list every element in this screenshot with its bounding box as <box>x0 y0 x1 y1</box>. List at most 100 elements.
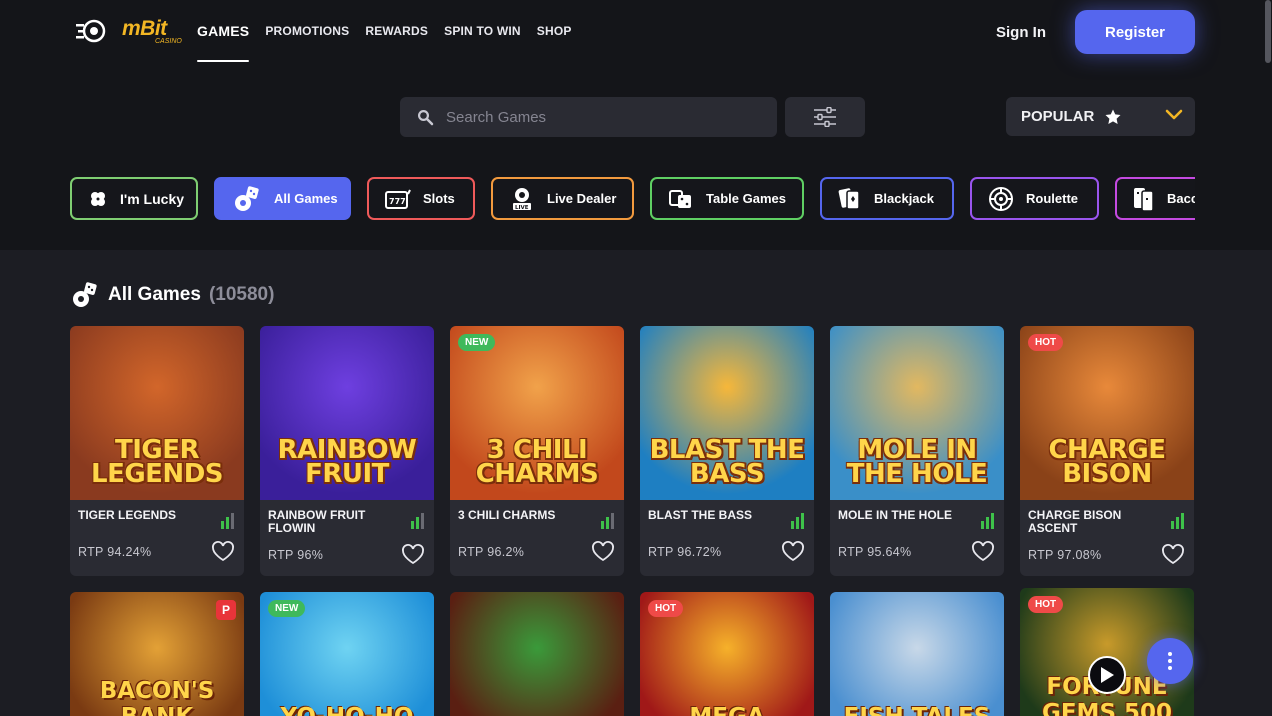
category-label: Roulette <box>1026 191 1078 206</box>
category-live-dealer[interactable]: LIVE Live Dealer <box>491 177 634 220</box>
heart-icon[interactable] <box>780 540 806 562</box>
heart-icon[interactable] <box>970 540 996 562</box>
slot-machine-icon: 777 <box>385 189 411 209</box>
game-art-title: BLAST THE BASS <box>649 435 805 489</box>
nav-games[interactable]: GAMES <box>197 23 250 62</box>
signal-icon <box>411 513 424 529</box>
signal-icon <box>791 513 804 529</box>
main-nav: GAMES PROMOTIONS REWARDS SPIN TO WIN SHO… <box>197 23 572 62</box>
site-header: mBit CASINO GAMES PROMOTIONS REWARDS SPI… <box>0 0 1272 66</box>
search-bar[interactable] <box>400 97 777 137</box>
dice-chip-icon <box>235 185 259 211</box>
category-im-lucky[interactable]: I'm Lucky <box>70 177 198 220</box>
signal-icon <box>981 513 994 529</box>
category-label: All Games <box>274 191 338 206</box>
provider-badge: P <box>216 600 236 620</box>
search-input[interactable] <box>446 108 746 126</box>
game-art-title: MEGA <box>640 704 814 716</box>
game-rtp: RTP 95.64% <box>838 545 912 559</box>
game-art-title: YO-HO-HO <box>260 704 434 716</box>
game-card[interactable]: HOT MEGA <box>640 592 814 716</box>
game-art-title: 3 CHILI CHARMS <box>475 435 599 489</box>
category-label: Blackjack <box>874 191 934 206</box>
play-button[interactable] <box>1088 656 1126 694</box>
nav-shop[interactable]: SHOP <box>537 24 572 39</box>
nav-promotions[interactable]: PROMOTIONS <box>265 24 349 39</box>
game-badge: NEW <box>268 600 306 617</box>
game-name: CHARGE BISON ASCENT <box>1028 508 1122 535</box>
category-all-games[interactable]: All Games <box>214 177 351 220</box>
category-slots[interactable]: 777 Slots <box>367 177 475 220</box>
more-vertical-icon <box>1168 652 1172 670</box>
heart-icon[interactable] <box>1160 543 1186 565</box>
play-icon <box>1101 667 1114 683</box>
game-rtp: RTP 97.08% <box>1028 548 1102 562</box>
game-card[interactable] <box>450 592 624 716</box>
game-info: 3 CHILI CHARMS RTP 96.2% <box>450 500 624 576</box>
register-button[interactable]: Register <box>1075 10 1195 54</box>
chevron-down-icon <box>1165 109 1183 120</box>
sliders-icon <box>814 107 836 127</box>
category-blackjack[interactable]: Blackjack <box>820 177 954 220</box>
sort-label: POPULAR <box>1021 108 1095 125</box>
game-thumbnail[interactable]: BLAST THE BASS <box>640 326 814 500</box>
game-card[interactable]: NEW YO-HO-HO <box>260 592 434 716</box>
filter-button[interactable] <box>785 97 865 137</box>
game-art-title: FISH TALES <box>830 704 1004 716</box>
game-info: RAINBOW FRUIT FLOWIN RTP 96% <box>260 500 434 576</box>
game-thumbnail[interactable]: RAINBOW FRUIT <box>260 326 434 500</box>
star-icon <box>1105 109 1121 124</box>
signal-icon <box>601 513 614 529</box>
game-card[interactable]: TIGER LEGENDS TIGER LEGENDS RTP 94.24% <box>70 326 244 576</box>
game-art-title: CHARGE BISON <box>1048 435 1166 489</box>
game-card[interactable]: HOT CHARGE BISON CHARGE BISON ASCENT RTP… <box>1020 326 1194 576</box>
signal-icon <box>1171 513 1184 529</box>
nav-rewards[interactable]: REWARDS <box>365 24 428 39</box>
game-name: MOLE IN THE HOLE <box>838 508 952 522</box>
section-header: All Games (10580) <box>70 280 274 310</box>
game-art-title: MOLE IN THE HOLE <box>846 435 988 489</box>
heart-icon[interactable] <box>590 540 616 562</box>
game-info: TIGER LEGENDS RTP 94.24% <box>70 500 244 576</box>
roulette-icon <box>989 186 1013 211</box>
sign-in-link[interactable]: Sign In <box>996 24 1046 41</box>
game-card[interactable]: FISH TALES <box>830 592 1004 716</box>
category-pills: I'm Lucky All Games 777 Slots LIVE Live … <box>70 177 1195 221</box>
section-count: (10580) <box>208 284 275 305</box>
logo-icon[interactable] <box>76 17 108 45</box>
game-thumbnail[interactable]: NEW 3 CHILI CHARMS <box>450 326 624 500</box>
signal-icon <box>221 513 234 529</box>
game-badge: HOT <box>1028 334 1064 351</box>
category-roulette[interactable]: Roulette <box>970 177 1099 220</box>
game-rtp: RTP 96% <box>268 548 324 562</box>
heart-icon[interactable] <box>400 543 426 565</box>
game-info: MOLE IN THE HOLE RTP 95.64% <box>830 500 1004 576</box>
cards-icon <box>838 187 860 210</box>
category-label: Table Games <box>706 191 786 206</box>
category-baccarat[interactable]: Baccarat <box>1115 177 1195 220</box>
game-thumbnail[interactable]: TIGER LEGENDS <box>70 326 244 500</box>
game-card[interactable]: MOLE IN THE HOLE MOLE IN THE HOLE RTP 95… <box>830 326 1004 576</box>
game-thumbnail[interactable]: HOT CHARGE BISON <box>1020 326 1194 500</box>
game-card[interactable]: P BACON'S BANK <box>70 592 244 716</box>
nav-spin-to-win[interactable]: SPIN TO WIN <box>444 24 521 39</box>
section-title: All Games <box>108 284 201 305</box>
category-table-games[interactable]: Table Games <box>650 177 804 220</box>
game-card[interactable]: NEW 3 CHILI CHARMS 3 CHILI CHARMS RTP 96… <box>450 326 624 576</box>
more-options-button[interactable] <box>1147 638 1193 684</box>
game-name: 3 CHILI CHARMS <box>458 508 556 522</box>
svg-text:LIVE: LIVE <box>515 205 529 211</box>
heart-icon[interactable] <box>210 540 236 562</box>
game-card[interactable]: RAINBOW FRUIT RAINBOW FRUIT FLOWIN RTP 9… <box>260 326 434 576</box>
clover-icon <box>91 191 105 206</box>
table-games-icon <box>669 189 691 208</box>
game-art-title: TIGER LEGENDS <box>91 435 224 489</box>
sort-dropdown[interactable]: POPULAR <box>1006 97 1195 136</box>
game-thumbnail[interactable]: MOLE IN THE HOLE <box>830 326 1004 500</box>
category-label: Baccarat <box>1167 191 1195 206</box>
category-label: Live Dealer <box>547 191 617 206</box>
category-label: I'm Lucky <box>120 190 185 207</box>
game-rtp: RTP 96.72% <box>648 545 722 559</box>
game-card[interactable]: BLAST THE BASS BLAST THE BASS RTP 96.72% <box>640 326 814 576</box>
game-name: BLAST THE BASS <box>648 508 753 522</box>
